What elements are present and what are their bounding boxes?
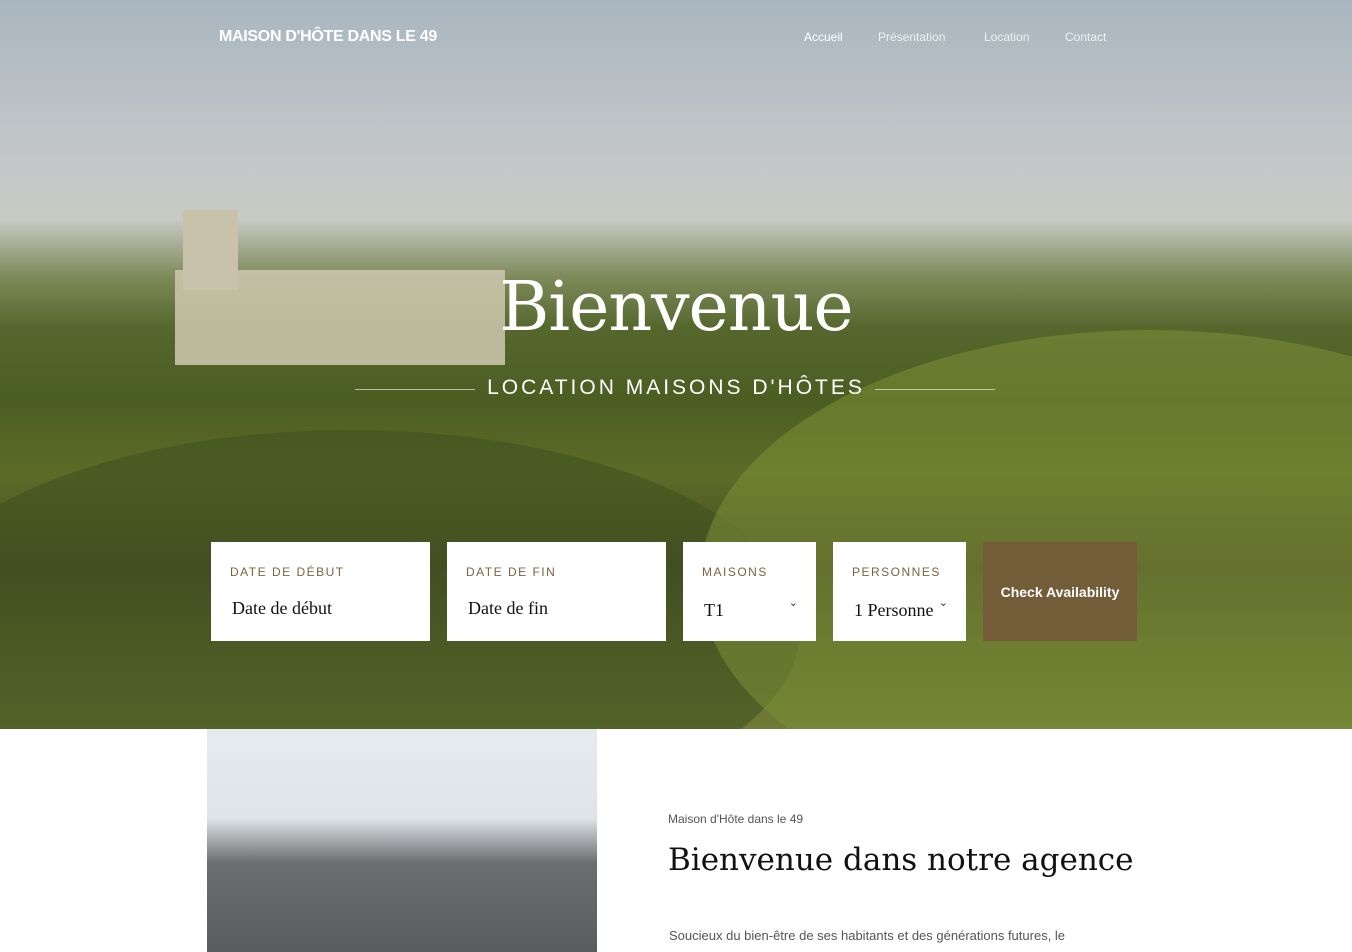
- nav-accueil[interactable]: Accueil: [804, 30, 843, 44]
- start-date-input[interactable]: Date de début: [232, 598, 332, 619]
- section-text: Soucieux du bien-être de ses habitants e…: [669, 928, 1066, 943]
- hero-banner: MAISON D'HÔTE DANS LE 49 Accueil Présent…: [0, 0, 1352, 729]
- site-logo[interactable]: MAISON D'HÔTE DANS LE 49: [219, 28, 437, 46]
- divider-right: [875, 389, 995, 390]
- chevron-down-icon[interactable]: ⌄: [789, 596, 798, 609]
- end-date-label: DATE DE FIN: [466, 565, 557, 579]
- people-value[interactable]: 1 Personne: [854, 600, 934, 621]
- chevron-down-icon[interactable]: ⌄: [939, 596, 948, 609]
- nav-location[interactable]: Location: [984, 30, 1029, 44]
- end-date-field[interactable]: DATE DE FIN Date de fin: [447, 542, 666, 641]
- section-eyebrow: Maison d'Hôte dans le 49: [668, 812, 804, 826]
- building-photo: [207, 729, 597, 952]
- hero-subtitle: LOCATION MAISONS D'HÔTES: [487, 376, 865, 399]
- houses-label: MAISONS: [702, 565, 768, 579]
- houses-select[interactable]: MAISONS T1 ⌄: [683, 542, 816, 641]
- end-date-input[interactable]: Date de fin: [468, 598, 548, 619]
- check-availability-button[interactable]: Check Availability: [983, 542, 1137, 641]
- start-date-label: DATE DE DÉBUT: [230, 565, 345, 579]
- nav-contact[interactable]: Contact: [1065, 30, 1106, 44]
- people-select[interactable]: PERSONNES 1 Personne ⌄: [833, 542, 966, 641]
- start-date-field[interactable]: DATE DE DÉBUT Date de début: [211, 542, 430, 641]
- hero-title: Bienvenue: [499, 268, 853, 347]
- section-title: Bienvenue dans notre agence: [668, 842, 1134, 878]
- people-label: PERSONNES: [852, 565, 941, 579]
- nav-presentation[interactable]: Présentation: [878, 30, 945, 44]
- houses-value[interactable]: T1: [704, 600, 724, 621]
